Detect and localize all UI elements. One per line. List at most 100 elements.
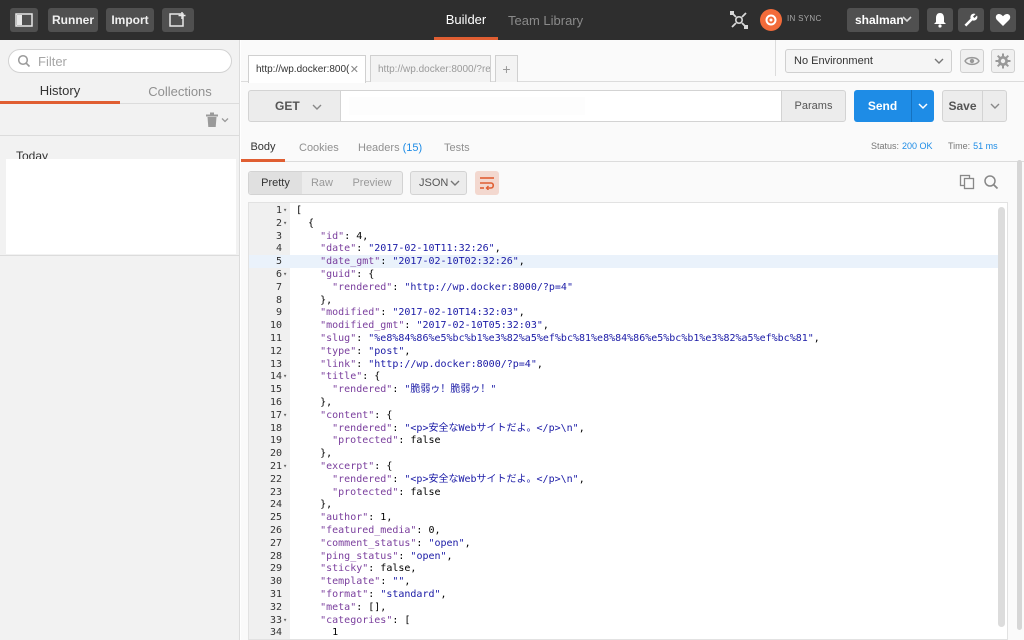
fold-toggle-icon[interactable]: ▾ (283, 204, 291, 217)
filter-input[interactable]: Filter (8, 49, 232, 73)
line-number: 3 (275, 230, 282, 242)
code-line: 2 ▾ { (249, 217, 999, 230)
search-icon[interactable] (983, 174, 999, 190)
params-button[interactable]: Params (781, 90, 846, 122)
fold-toggle-icon[interactable]: ▾ (283, 217, 291, 230)
line-text: "rendered": "脆弱ゥ！脆弱ゥ！" (332, 384, 497, 396)
line-number: 30 (269, 576, 282, 588)
bell-icon (934, 13, 946, 28)
import-button[interactable]: Import (106, 8, 154, 32)
line-number: 13 (269, 358, 282, 370)
wrap-lines-button[interactable] (475, 171, 499, 195)
send-options-button[interactable] (911, 90, 934, 122)
fold-toggle-icon[interactable]: ▾ (283, 268, 291, 281)
url-input[interactable] (341, 90, 782, 122)
sync-status-text: IN SYNC (787, 14, 822, 23)
method-select[interactable]: GET (248, 90, 341, 122)
code-line: 27 "comment_status": "open", (249, 537, 999, 550)
line-number: 10 (269, 320, 282, 332)
code-line: 33 ▾ "categories": [ (249, 614, 999, 627)
pretty-button[interactable]: Pretty (249, 172, 302, 194)
code-line: 9 "modified": "2017-02-10T14:32:03", (249, 306, 999, 319)
gear-icon (995, 53, 1011, 69)
code-line: 17 ▾ "content": { (249, 409, 999, 422)
code-line: 28 "ping_status": "open", (249, 550, 999, 563)
send-button[interactable]: Send (854, 90, 911, 122)
heart-icon (995, 13, 1011, 26)
line-text: "excerpt": { (320, 461, 393, 472)
line-number: 31 (269, 589, 282, 600)
code-line: 31 "format": "standard", (249, 588, 999, 601)
language-select[interactable]: JSON (410, 171, 467, 195)
favorites-button[interactable] (990, 8, 1016, 32)
fold-toggle-icon[interactable]: ▾ (283, 614, 291, 627)
request-tab[interactable]: http://wp.docker:8000/?rest (370, 55, 491, 82)
clear-history-button[interactable] (205, 112, 229, 128)
line-text: "title": { (320, 371, 381, 383)
tab-cookies[interactable]: Cookies (299, 134, 339, 162)
toggle-sidebar-button[interactable] (10, 8, 38, 32)
line-text: }, (296, 294, 333, 306)
code-line: 8 }, (249, 294, 999, 307)
line-text: }, (296, 499, 333, 511)
line-number: 9 (275, 307, 282, 319)
code-line: 19 "protected": false (249, 434, 999, 447)
code-line: 30 "template": "", (249, 575, 999, 588)
manage-environments-button[interactable] (991, 49, 1015, 73)
raw-button[interactable]: Raw (302, 172, 342, 194)
satellite-icon (730, 11, 748, 29)
preview-button[interactable]: Preview (342, 172, 402, 194)
tab-history[interactable]: History (0, 80, 120, 104)
tab-body[interactable]: Body (241, 134, 285, 162)
add-tab-button[interactable]: + (495, 55, 518, 82)
interceptor-button[interactable] (726, 8, 752, 32)
new-window-icon (169, 12, 186, 27)
code-line: 6 ▾ "guid": { (249, 268, 999, 281)
notifications-button[interactable] (927, 8, 953, 32)
line-text: "modified": "2017-02-10T14:32:03", (320, 307, 525, 319)
new-tab-button[interactable] (162, 8, 194, 32)
environment-quick-look-button[interactable] (960, 49, 984, 73)
main-scrollbar[interactable] (1017, 160, 1022, 630)
settings-button[interactable] (958, 8, 984, 32)
fold-toggle-icon[interactable]: ▾ (283, 370, 291, 383)
line-number: 32 (269, 601, 282, 613)
divider (775, 40, 776, 76)
code-line: 34 1 (249, 626, 999, 639)
line-number: 5 (275, 256, 282, 268)
line-number: 26 (269, 525, 282, 536)
request-tab-title: http://wp.docker:800( (256, 64, 350, 75)
code-line: 25 "author": 1, (249, 511, 999, 524)
code-line: 32 "meta": [], (249, 601, 999, 614)
view-mode-switcher: Pretty Raw Preview (248, 171, 403, 195)
request-tab[interactable]: http://wp.docker:800( ✕ (248, 55, 366, 83)
search-icon (17, 54, 31, 68)
code-line: 5 "date_gmt": "2017-02-10T02:32:26", (249, 255, 999, 269)
tab-collections[interactable]: Collections (120, 80, 240, 104)
fold-toggle-icon[interactable]: ▾ (283, 409, 291, 422)
line-number: 21 (269, 461, 282, 472)
sync-status-button[interactable] (758, 8, 784, 32)
tab-tests[interactable]: Tests (444, 134, 470, 162)
builder-tab[interactable]: Builder (434, 0, 498, 40)
environment-select[interactable]: No Environment (785, 49, 952, 73)
code-line: 29 "sticky": false, (249, 562, 999, 575)
fold-toggle-icon[interactable]: ▾ (283, 460, 291, 473)
save-options-button[interactable] (983, 90, 1007, 122)
line-text: "comment_status": "open", (320, 537, 471, 549)
response-status: Status: 200 OK (871, 141, 933, 151)
team-library-tab[interactable]: Team Library (508, 0, 583, 40)
line-number: 18 (269, 422, 282, 434)
line-text: "date": "2017-02-10T11:32:26", (320, 243, 501, 255)
close-icon[interactable]: ✕ (350, 63, 359, 76)
copy-icon[interactable] (959, 174, 975, 190)
user-menu[interactable]: shalman (847, 8, 919, 32)
headers-count-badge: (15) (402, 142, 423, 154)
code-line: 15 "rendered": "脆弱ゥ！脆弱ゥ！" (249, 383, 999, 396)
runner-button[interactable]: Runner (48, 8, 98, 32)
save-button[interactable]: Save (942, 90, 983, 122)
editor-scrollbar[interactable] (998, 207, 1005, 627)
line-text: [ (296, 205, 303, 216)
tab-headers[interactable]: Headers (15) (358, 134, 422, 162)
response-body-editor[interactable]: 1 ▾[2 ▾ {3 "id": 4, 4 "date": "2017-02-10T1… (248, 202, 1008, 640)
